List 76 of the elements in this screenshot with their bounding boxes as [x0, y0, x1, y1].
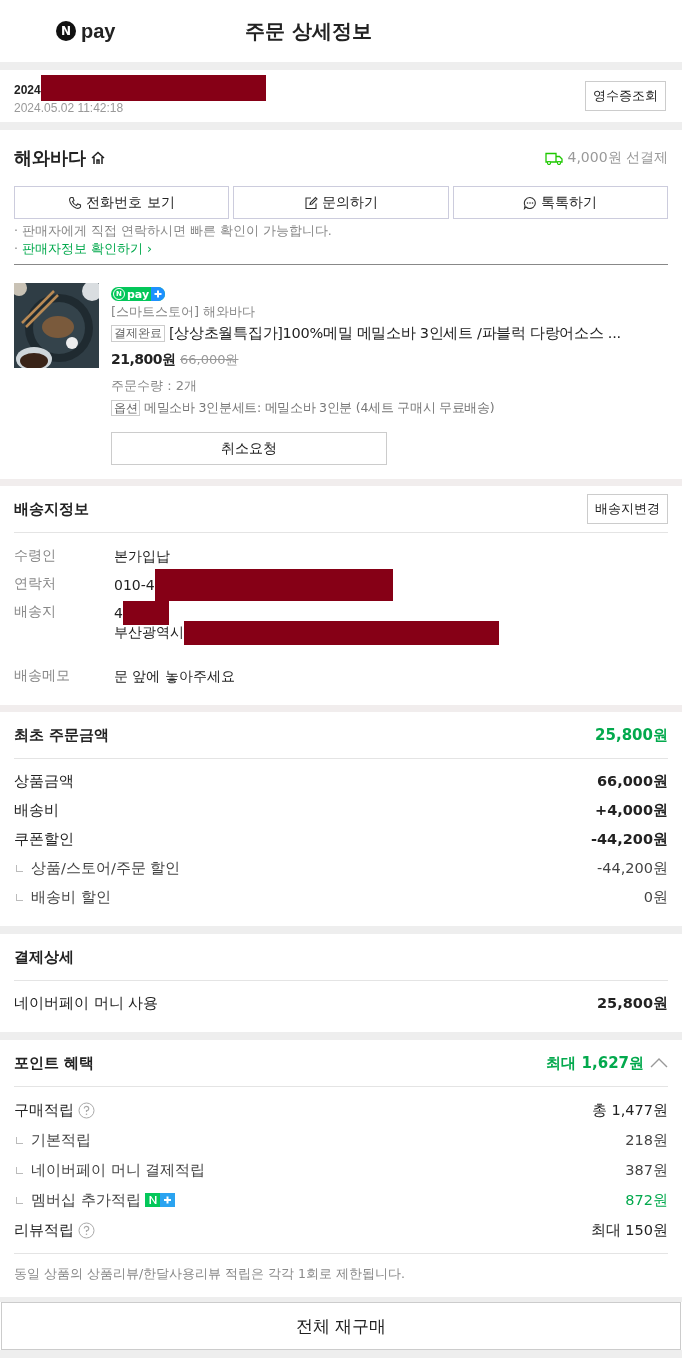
indent-mark — [16, 1166, 23, 1174]
field-value: 문 앞에 놓아주세요 — [114, 668, 235, 686]
original-price: 66,000원 — [180, 352, 239, 367]
points-value: 총 1,477원 — [591, 1100, 668, 1120]
amount-label: 쿠폰할인 — [14, 830, 74, 849]
field-value: 본가입납 — [114, 548, 170, 566]
section-title: 최초 주문금액 — [14, 725, 111, 745]
truck-icon — [545, 151, 564, 165]
npay-logo[interactable]: N pay — [56, 19, 116, 43]
points-label: 리뷰적립 — [14, 1220, 74, 1240]
help-icon[interactable] — [78, 1221, 95, 1239]
collapse-icon[interactable] — [650, 1057, 668, 1069]
amount-value: -44,200원 — [597, 859, 668, 878]
total-amount: 25,800원 — [595, 725, 668, 745]
points-value: 387원 — [625, 1160, 668, 1180]
field-label: 연락처 — [14, 575, 57, 593]
receipt-button[interactable]: 영수증조회 — [585, 81, 666, 111]
field-value: 4 — [114, 605, 123, 621]
option-tag: 옵션 — [111, 400, 141, 416]
amount-label: 상품금액 — [14, 772, 74, 791]
reorder-all-button[interactable]: 전체 재구매 — [1, 1302, 681, 1350]
field-label: 배송메모 — [14, 667, 71, 685]
bullet-mark: · — [14, 241, 18, 256]
points-label: 네이버페이 머니 결제적립 — [31, 1160, 206, 1180]
indent-mark — [16, 1196, 23, 1204]
change-address-button[interactable]: 배송지변경 — [587, 494, 668, 524]
field-label: 수령인 — [14, 547, 57, 565]
points-value: 최대 150원 — [590, 1220, 668, 1240]
home-icon[interactable] — [90, 150, 106, 166]
points-value: 218원 — [625, 1130, 668, 1150]
points-note: 동일 상품의 상품리뷰/한달사용리뷰 적립은 각각 1회로 제한됩니다. — [14, 1266, 406, 1283]
points-label: 멤버십 추가적립 — [31, 1190, 141, 1210]
product-price: 21,800원 — [111, 351, 176, 367]
indent-mark — [16, 1136, 23, 1144]
amount-label: 배송비 할인 — [31, 888, 111, 907]
seller-name[interactable]: 해와바다 — [14, 146, 86, 170]
amount-label: 배송비 — [14, 801, 59, 820]
payment-value: 25,800원 — [597, 994, 668, 1013]
indent-mark — [16, 894, 23, 901]
shipping-fee: 4,000원 선결제 — [567, 149, 668, 167]
payment-label: 네이버페이 머니 사용 — [14, 994, 159, 1013]
points-label: 기본적립 — [31, 1130, 91, 1150]
amount-value: -44,200원 — [591, 830, 668, 849]
points-value: 872원 — [625, 1190, 668, 1210]
chat-icon — [523, 195, 538, 210]
amount-value: +4,000원 — [595, 801, 668, 820]
amount-value: 66,000원 — [597, 772, 668, 791]
logo-text: pay — [81, 19, 116, 43]
status-tag: 결제완료 — [111, 325, 165, 342]
help-icon[interactable] — [78, 1101, 95, 1119]
section-title: 결제상세 — [14, 947, 75, 967]
edit-icon — [304, 195, 318, 210]
amount-value: 0원 — [643, 888, 668, 907]
contact-button[interactable]: 문의하기 — [233, 186, 449, 219]
store-name: [스마트스토어] 해와바다 — [111, 303, 257, 321]
product-name[interactable]: [상상초월특집가]100%메밀 메밀소바 3인세트 /파블럭 다랑어소스 ... — [169, 324, 621, 343]
field-value: 부산광역시 — [114, 624, 184, 642]
max-points: 최대 1,627원 — [546, 1053, 644, 1073]
phone-icon — [68, 195, 83, 210]
section-title: 포인트 혜택 — [14, 1053, 96, 1073]
notice-text: · 판매자에게 직접 연락하시면 빠른 확인이 가능합니다. — [14, 223, 333, 238]
indent-mark — [16, 865, 23, 872]
cancel-request-button[interactable]: 취소요청 — [111, 432, 387, 465]
amount-label: 상품/스토어/주문 할인 — [31, 859, 181, 878]
page-title: 주문 상세정보 — [245, 17, 373, 45]
field-value: 010-4 — [114, 577, 155, 593]
option-text: 메밀소바 3인분세트: 메밀소바 3인분 (4세트 구매시 무료배송) — [144, 400, 495, 415]
points-label: 구매적립 — [14, 1100, 74, 1120]
order-number: 2024 — [14, 83, 41, 97]
contact-button[interactable]: 톡톡하기 — [452, 186, 668, 219]
field-label: 배송지 — [14, 603, 57, 621]
order-datetime: 2024.05.02 11:42:18 — [14, 101, 125, 115]
section-title: 배송지정보 — [14, 499, 90, 519]
logo-letter: N — [56, 21, 76, 41]
contact-button[interactable]: 전화번호 보기 — [14, 186, 230, 219]
order-quantity: 주문수량 : 2개 — [111, 377, 198, 395]
